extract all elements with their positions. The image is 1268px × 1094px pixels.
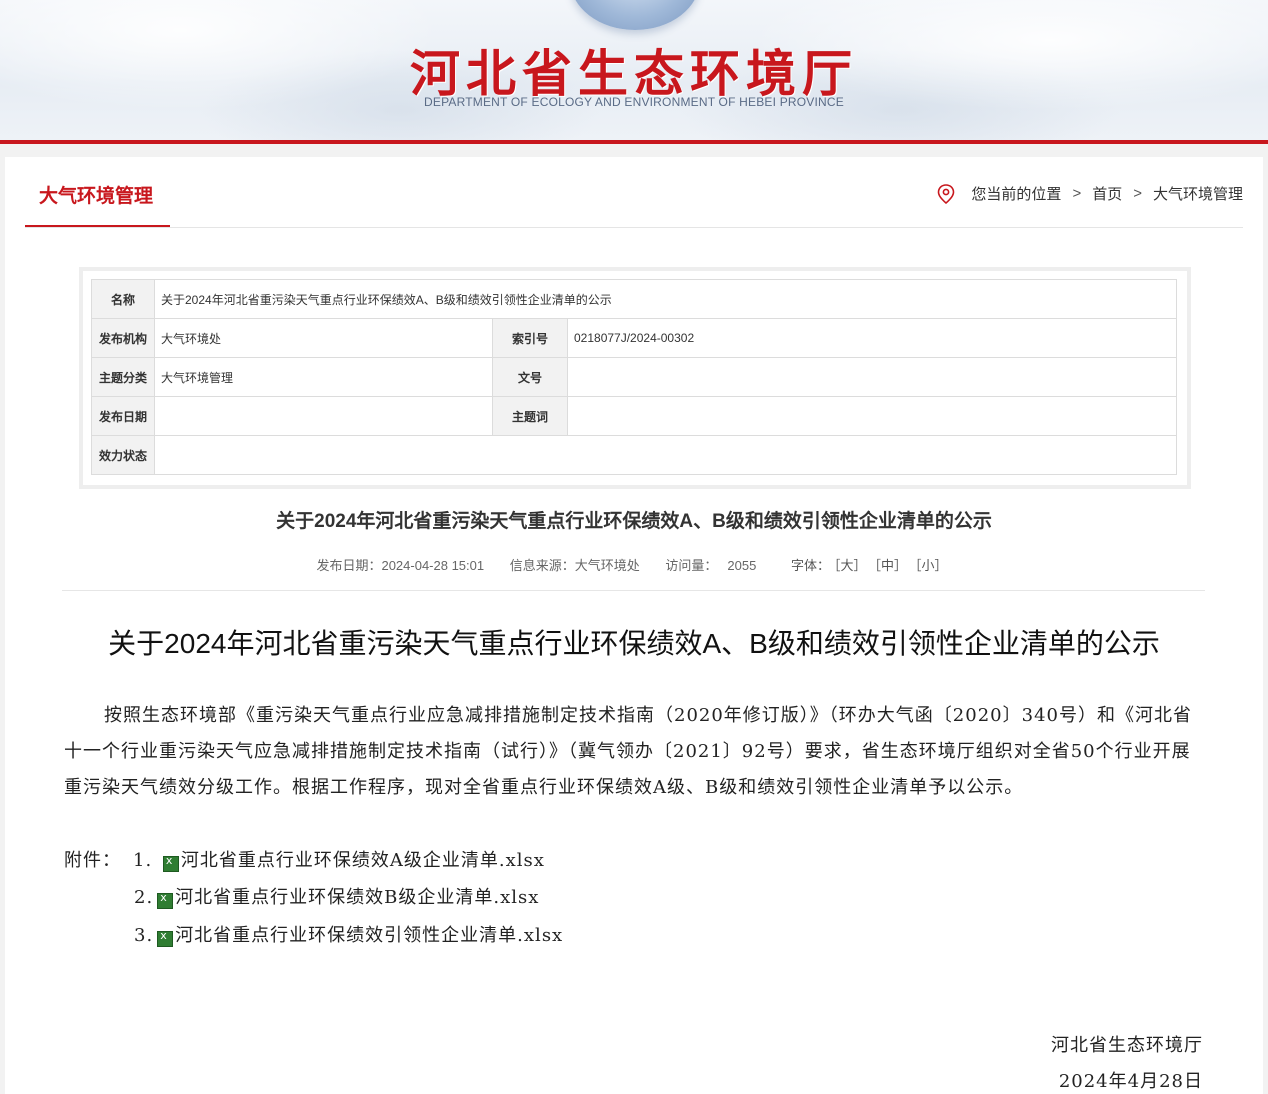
attachment-item: 2. 河北省重点行业环保绩效B级企业清单.xlsx (134, 883, 834, 909)
document-info-table: 名称 关于2024年河北省重污染天气重点行业环保绩效A、B级和绩效引领性企业清单… (91, 279, 1177, 475)
section-underline (25, 225, 170, 227)
table-row: 主题分类 大气环境管理 文号 (91, 357, 1177, 397)
org-value: 大气环境处 (154, 318, 493, 358)
document-info-box: 名称 关于2024年河北省重污染天气重点行业环保绩效A、B级和绩效引领性企业清单… (79, 267, 1191, 489)
org-label: 发布机构 (91, 318, 155, 358)
meta-divider (62, 590, 1205, 591)
header-divider (0, 140, 1268, 144)
font-size-controls: 字体： ［大］ ［中］ ［小］ (791, 558, 952, 573)
publish-date: 发布日期：2024-04-28 15:01 (316, 558, 485, 573)
document-body: 按照生态环境部《重污染天气重点行业应急减排措施制定技术指南（2020年修订版）》… (64, 705, 1192, 798)
attachment-link-b[interactable]: 河北省重点行业环保绩效B级企业清单.xlsx (175, 887, 539, 908)
attachment-item: 附件： 1. 河北省重点行业环保绩效A级企业清单.xlsx (64, 846, 764, 872)
font-medium-button[interactable]: ［中］ (874, 558, 907, 573)
keyword-label: 主题词 (492, 396, 568, 436)
category-label: 主题分类 (91, 357, 155, 397)
table-row: 发布日期 主题词 (91, 396, 1177, 436)
name-label: 名称 (91, 279, 155, 319)
article-meta: 发布日期：2024-04-28 15:01 信息来源：大气环境处 访问量： 205… (5, 555, 1263, 574)
breadcrumb-section-link[interactable]: 大气环境管理 (1153, 183, 1243, 204)
breadcrumb-separator: > (1072, 185, 1082, 202)
breadcrumb-home-link[interactable]: 首页 (1092, 183, 1122, 204)
attachment-number: 1. (133, 850, 153, 871)
docno-label: 文号 (492, 357, 568, 397)
keyword-value (567, 396, 1177, 436)
info-source: 信息来源：大气环境处 (509, 558, 640, 573)
content-panel: 大气环境管理 您当前的位置 > 首页 > 大气环境管理 名称 关于2024年河北… (5, 157, 1263, 1094)
attachment-link-a[interactable]: 河北省重点行业环保绩效A级企业清单.xlsx (181, 850, 545, 871)
status-value (154, 435, 1177, 475)
index-value: 0218077J/2024-00302 (567, 318, 1177, 358)
document-heading: 关于2024年河北省重污染天气重点行业环保绩效A、B级和绩效引领性企业清单的公示 (108, 628, 1160, 659)
attachment-item: 3. 河北省重点行业环保绩效引领性企业清单.xlsx (134, 921, 834, 947)
view-count-value: 2055 (727, 558, 757, 573)
view-count-label: 访问量： (665, 558, 718, 573)
category-value: 大气环境管理 (154, 357, 493, 397)
signature-date: 2024年4月28日 (1058, 1071, 1203, 1092)
name-value: 关于2024年河北省重污染天气重点行业环保绩效A、B级和绩效引领性企业清单的公示 (154, 279, 1177, 319)
font-small-button[interactable]: ［小］ (915, 558, 948, 573)
section-header: 大气环境管理 您当前的位置 > 首页 > 大气环境管理 (25, 157, 1243, 228)
docno-value (567, 357, 1177, 397)
excel-file-icon (157, 929, 174, 947)
attachment-link-c[interactable]: 河北省重点行业环保绩效引领性企业清单.xlsx (175, 925, 563, 946)
breadcrumb-prefix: 您当前的位置 (971, 186, 1062, 203)
section-title: 大气环境管理 (39, 186, 154, 207)
breadcrumb: 您当前的位置 > 首页 > 大气环境管理 (937, 183, 1243, 204)
signature-org: 河北省生态环境厅 (1051, 1035, 1203, 1056)
attachment-label: 附件： (64, 850, 121, 871)
attachment-number: 3. (134, 925, 154, 946)
date-label: 发布日期 (91, 396, 155, 436)
breadcrumb-separator: > (1133, 185, 1142, 202)
status-label: 效力状态 (91, 435, 155, 475)
excel-file-icon (162, 854, 179, 872)
article-title: 关于2024年河北省重污染天气重点行业环保绩效A、B级和绩效引领性企业清单的公示 (276, 511, 992, 532)
location-pin-icon (938, 183, 955, 204)
font-size-label: 字体： (790, 558, 830, 573)
font-large-button[interactable]: ［大］ (834, 558, 867, 573)
view-count: 访问量： 2055 (665, 558, 756, 573)
site-subtitle: DEPARTMENT OF ECOLOGY AND ENVIRONMENT OF… (424, 95, 844, 109)
table-row: 效力状态 (91, 435, 1177, 475)
date-value (154, 396, 493, 436)
header-banner: 河北省生态环境厅 DEPARTMENT OF ECOLOGY AND ENVIR… (0, 0, 1268, 140)
table-row: 发布机构 大气环境处 索引号 0218077J/2024-00302 (91, 318, 1177, 358)
excel-file-icon (157, 891, 174, 909)
attachment-number: 2. (134, 887, 154, 908)
table-row: 名称 关于2024年河北省重污染天气重点行业环保绩效A、B级和绩效引领性企业清单… (91, 279, 1177, 319)
index-label: 索引号 (492, 318, 568, 358)
